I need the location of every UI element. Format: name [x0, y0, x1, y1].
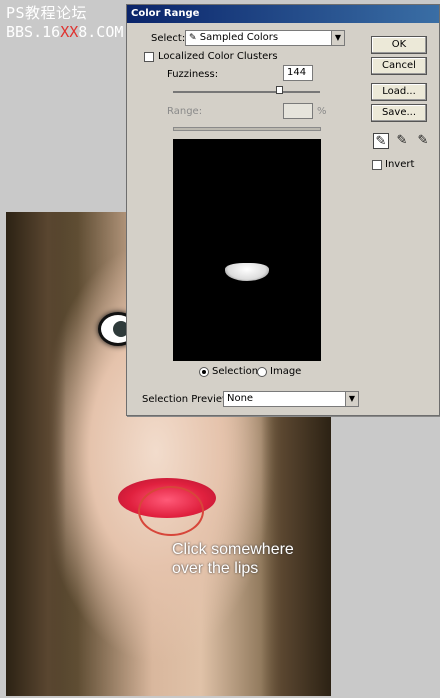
dialog-title: Color Range: [127, 5, 439, 23]
cancel-button[interactable]: Cancel: [371, 57, 427, 75]
ok-button[interactable]: OK: [371, 36, 427, 54]
hint-line2: over the lips: [172, 560, 259, 577]
color-range-dialog: Color Range Select: ✎ Sampled Colors ▼ L…: [126, 4, 440, 416]
load-button[interactable]: Load...: [371, 83, 427, 101]
eyedropper-icon[interactable]: ✎: [373, 133, 389, 149]
eyedropper-minus-icon[interactable]: ✎: [415, 133, 431, 149]
range-unit: %: [317, 106, 327, 117]
selection-radio-label: Selection: [212, 366, 259, 377]
fuzziness-input[interactable]: 144: [283, 65, 313, 81]
invert-label: Invert: [385, 159, 415, 170]
invert-checkbox[interactable]: [372, 160, 382, 170]
instruction-text: Click somewhere over the lips: [172, 540, 294, 578]
slider-thumb[interactable]: [275, 86, 283, 94]
watermark-line2: BBS.16XX8.COM: [6, 22, 123, 42]
selection-preview[interactable]: [173, 139, 321, 361]
hint-line1: Click somewhere: [172, 541, 294, 558]
image-radio[interactable]: [257, 367, 267, 377]
fuzziness-label: Fuzziness:: [167, 69, 219, 80]
watermark-line1: PS教程论坛: [6, 4, 88, 22]
preview-dropdown[interactable]: None ▼: [223, 391, 359, 407]
chevron-down-icon: ▼: [345, 392, 358, 406]
save-button[interactable]: Save...: [371, 104, 427, 122]
range-input[interactable]: [283, 103, 313, 119]
range-label: Range:: [167, 106, 203, 117]
select-label: Select:: [151, 33, 186, 44]
fuzziness-slider[interactable]: [173, 86, 320, 94]
eyedropper-icon: ✎: [189, 33, 197, 43]
selection-radio[interactable]: [199, 367, 209, 377]
click-target-circle: [138, 486, 204, 536]
range-bar: [173, 127, 321, 131]
watermark-suffix: 8.COM: [78, 23, 124, 41]
preview-label: Selection Preview:: [142, 394, 234, 405]
image-radio-label: Image: [270, 366, 302, 377]
localized-label: Localized Color Clusters: [158, 51, 278, 62]
localized-checkbox[interactable]: [144, 52, 154, 62]
watermark-red: XX: [60, 23, 79, 41]
hair-left: [6, 212, 66, 696]
watermark: PS教程论坛 BBS.16XX8.COM: [6, 4, 123, 42]
chevron-down-icon: ▼: [331, 31, 344, 45]
select-value: Sampled Colors: [199, 32, 279, 43]
select-dropdown[interactable]: ✎ Sampled Colors ▼: [185, 30, 345, 46]
selected-lips-mask: [225, 263, 269, 281]
eyedropper-plus-icon[interactable]: ✎: [394, 133, 410, 149]
watermark-prefix: BBS.16: [6, 23, 61, 41]
preview-value: None: [227, 393, 254, 404]
